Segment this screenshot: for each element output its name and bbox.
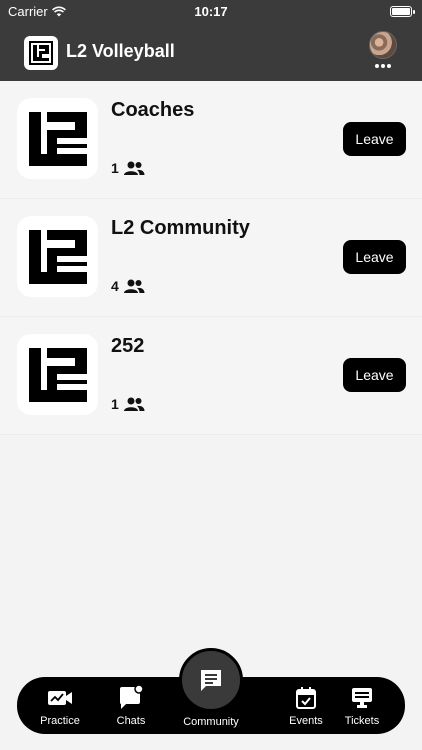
member-count-value: 4 (111, 278, 119, 294)
l2-logo-icon (28, 229, 87, 284)
l2-logo-icon (28, 111, 87, 166)
tab-label: Chats (116, 715, 146, 727)
community-row[interactable]: Coaches 1 Leave (0, 81, 422, 199)
member-count: 1 (111, 160, 145, 176)
l2-logo-icon (28, 347, 87, 402)
community-name: L2 Community (111, 217, 250, 239)
people-icon (123, 279, 145, 293)
chat-bubble-icon (120, 685, 144, 709)
community-list: Coaches 1 Leave L2 Community 4 Leave 252… (0, 81, 422, 435)
profile-avatar[interactable] (369, 31, 397, 59)
people-icon (123, 397, 145, 411)
app-title: L2 Volleyball (66, 41, 175, 61)
battery-icon (390, 6, 415, 17)
ticket-icon (352, 688, 372, 708)
tab-label: Events (289, 715, 323, 727)
community-name: 252 (111, 335, 145, 357)
l2-logo[interactable] (24, 36, 58, 70)
leave-button[interactable]: Leave (343, 358, 406, 392)
tab-label-community: Community (183, 716, 239, 728)
member-count-value: 1 (111, 396, 119, 412)
l2-logo-icon (29, 41, 53, 65)
member-count: 4 (111, 278, 145, 294)
status-bar: Carrier 10:17 (0, 0, 422, 24)
tab-chats[interactable]: Chats (95, 677, 167, 734)
tab-practice[interactable]: Practice (24, 677, 96, 734)
member-count: 1 (111, 396, 145, 412)
community-thumbnail (17, 98, 98, 179)
community-thumbnail (17, 216, 98, 297)
tab-community[interactable] (179, 648, 243, 712)
app-header: L2 Volleyball (0, 24, 422, 81)
more-options-icon[interactable] (374, 64, 392, 70)
community-row[interactable]: L2 Community 4 Leave (0, 199, 422, 317)
message-icon (201, 670, 221, 691)
community-name: Coaches (111, 99, 195, 121)
video-chart-icon (48, 691, 72, 705)
people-icon (123, 161, 145, 175)
member-count-value: 1 (111, 160, 119, 176)
calendar-check-icon (296, 687, 316, 709)
tab-label: Tickets (344, 715, 380, 727)
community-thumbnail (17, 334, 98, 415)
community-row[interactable]: 252 1 Leave (0, 317, 422, 435)
tab-label: Practice (40, 715, 80, 727)
leave-button[interactable]: Leave (343, 240, 406, 274)
tab-tickets[interactable]: Tickets (326, 677, 398, 734)
clock: 10:17 (194, 4, 228, 19)
leave-button[interactable]: Leave (343, 122, 406, 156)
